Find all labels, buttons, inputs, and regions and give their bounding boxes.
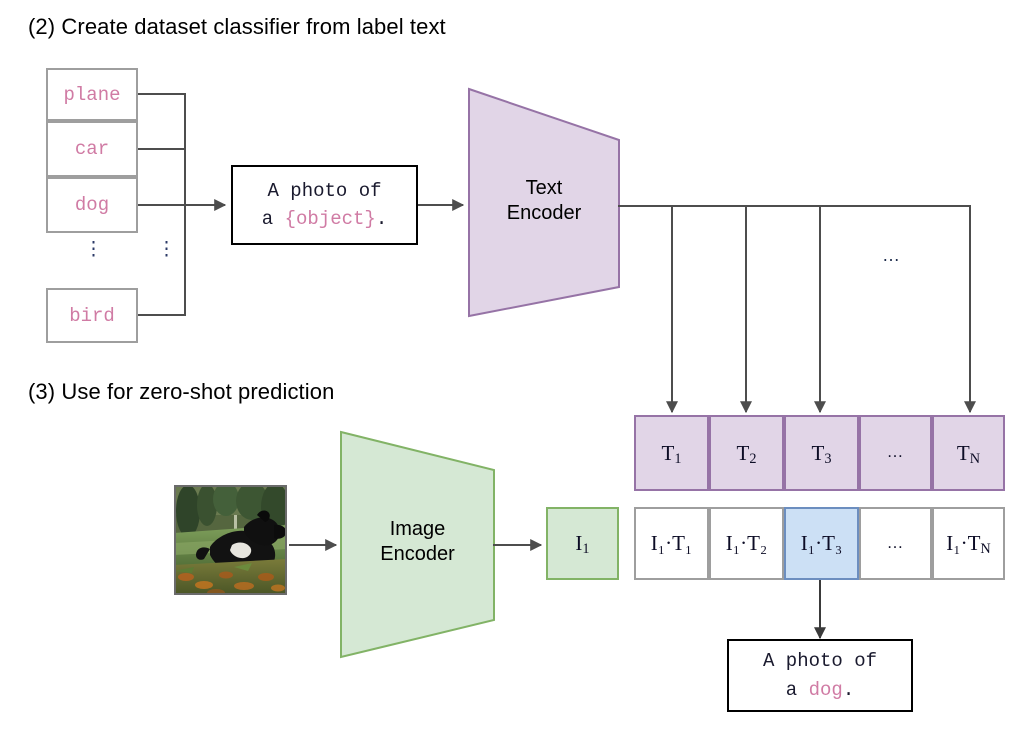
text-encoder-label: Text Encoder (469, 176, 619, 226)
cell-text: I₁·T₂ (725, 531, 768, 555)
label-box-bird[interactable]: bird (46, 288, 138, 343)
text-embedding-cell-ellipsis: … (859, 415, 932, 491)
prompt-template-line1: A photo of (267, 179, 382, 202)
image-encoder-line1: Image (389, 518, 446, 540)
label-box-dog[interactable]: dog (46, 177, 138, 233)
section-title-2: (2) Create dataset classifier from label… (28, 14, 446, 39)
similarity-cell-3-highlighted[interactable]: I₁·T₃ (784, 507, 859, 580)
text-encoder-line2: Encoder (506, 202, 582, 224)
similarity-cell-2[interactable]: I₁·T₂ (709, 507, 784, 580)
prompt-template-prefix: a (261, 208, 285, 230)
label-box-text: car (74, 138, 110, 160)
label-box-car[interactable]: car (46, 121, 138, 177)
image-embedding-cell[interactable]: I1 (546, 507, 619, 580)
text-embedding-cell-3[interactable]: T3 (784, 415, 859, 491)
cell-text: I₁·T₃ (800, 531, 843, 555)
cell-text: I1 (575, 531, 590, 558)
input-image-thumbnail[interactable] (174, 485, 287, 595)
figure-canvas: (2) Create dataset classifier from label… (0, 0, 1021, 752)
text-embedding-cell-n[interactable]: TN (932, 415, 1005, 491)
cell-text: I₁·TN (946, 531, 991, 558)
cell-text: TN (956, 440, 981, 467)
prediction-line2: a dog. (786, 676, 854, 705)
image-encoder-label: Image Encoder (341, 517, 494, 567)
label-box-text: bird (69, 304, 115, 327)
prompt-template-suffix: . (375, 208, 388, 230)
similarity-cell-ellipsis: … (859, 507, 932, 580)
prompt-template-slot: {object} (284, 208, 376, 230)
cell-text: I₁·T₁ (650, 531, 693, 555)
label-box-plane[interactable]: plane (46, 68, 138, 121)
label-list-ellipsis-icon: ⋮ (84, 239, 103, 260)
cell-text: T1 (661, 440, 682, 467)
text-encoder-line1: Text (525, 177, 563, 199)
prompt-template-box[interactable]: A photo of a {object}. (231, 165, 418, 245)
label-box-text: dog (74, 194, 110, 216)
label-box-text: plane (63, 83, 121, 106)
prompt-template-line2: a {object}. (262, 205, 387, 234)
cell-text: T3 (811, 440, 832, 467)
text-embedding-cell-1[interactable]: T1 (634, 415, 709, 491)
prediction-slot: dog (808, 678, 843, 701)
prediction-line1: A photo of (762, 650, 878, 672)
section-title-3: (3) Use for zero-shot prediction (28, 379, 335, 404)
cell-text: … (887, 534, 904, 552)
label-bus-ellipsis-icon: ⋮ (157, 239, 176, 260)
cell-text: … (887, 444, 904, 461)
image-encoder-line2: Encoder (380, 543, 455, 565)
prediction-result-box: A photo of a dog. (727, 639, 913, 712)
prediction-prefix: a (785, 678, 809, 701)
prediction-suffix: . (842, 678, 855, 701)
similarity-cell-1[interactable]: I₁·T₁ (634, 507, 709, 580)
text-wire-ellipsis-icon: … (882, 245, 901, 265)
similarity-cell-n[interactable]: I₁·TN (932, 507, 1005, 580)
text-embedding-cell-2[interactable]: T2 (709, 415, 784, 491)
cell-text: T2 (736, 440, 757, 467)
